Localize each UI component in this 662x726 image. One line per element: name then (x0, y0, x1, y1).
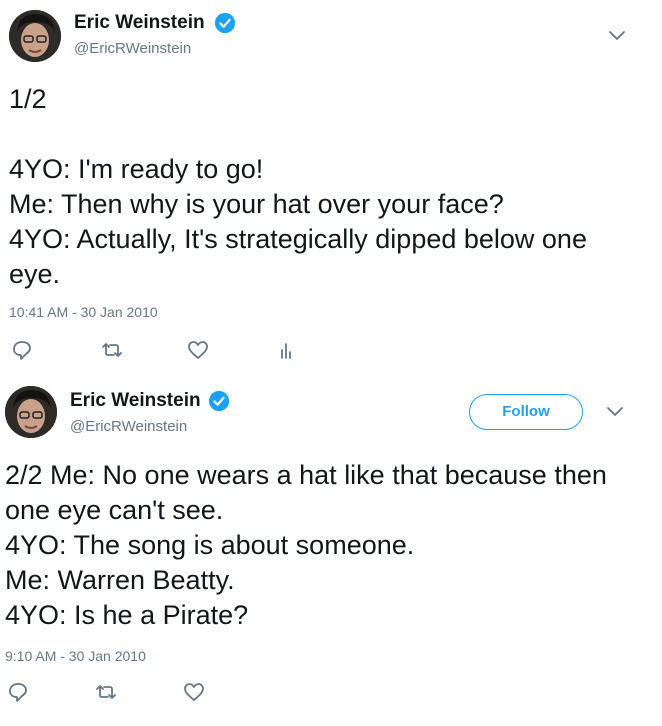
tweet: Eric Weinstein @EricRWeinstein 1/2 4YO: … (0, 0, 662, 370)
avatar[interactable] (5, 386, 57, 438)
tweet-actions (0, 338, 662, 366)
tweet-text: 1/2 4YO: I'm ready to go! Me: Then why i… (9, 84, 587, 289)
author-name[interactable]: Eric Weinstein (74, 12, 205, 34)
author-handle[interactable]: @EricRWeinstein (74, 40, 191, 57)
follow-button[interactable]: Follow (469, 394, 583, 430)
tweet-actions (0, 680, 662, 708)
verified-badge-icon (214, 12, 236, 34)
avatar[interactable] (9, 10, 61, 62)
retweet-icon[interactable] (94, 680, 118, 704)
analytics-icon[interactable] (274, 338, 298, 362)
tweet: Eric Weinstein @EricRWeinstein Follow 2/… (0, 378, 662, 726)
tweet-text: 2/2 Me: No one wears a hat like that bec… (5, 460, 607, 630)
tweet-timestamp[interactable]: 10:41 AM - 30 Jan 2010 (9, 304, 158, 320)
reply-icon[interactable] (10, 338, 34, 362)
author-name[interactable]: Eric Weinstein (70, 390, 201, 412)
tweet-timestamp[interactable]: 9:10 AM - 30 Jan 2010 (5, 648, 146, 664)
chevron-down-icon[interactable] (608, 30, 626, 42)
like-icon[interactable] (182, 680, 206, 704)
verified-badge-icon (208, 390, 230, 412)
retweet-icon[interactable] (100, 338, 124, 362)
author-handle[interactable]: @EricRWeinstein (70, 418, 187, 435)
chevron-down-icon[interactable] (606, 406, 624, 418)
like-icon[interactable] (186, 338, 210, 362)
reply-icon[interactable] (6, 680, 30, 704)
